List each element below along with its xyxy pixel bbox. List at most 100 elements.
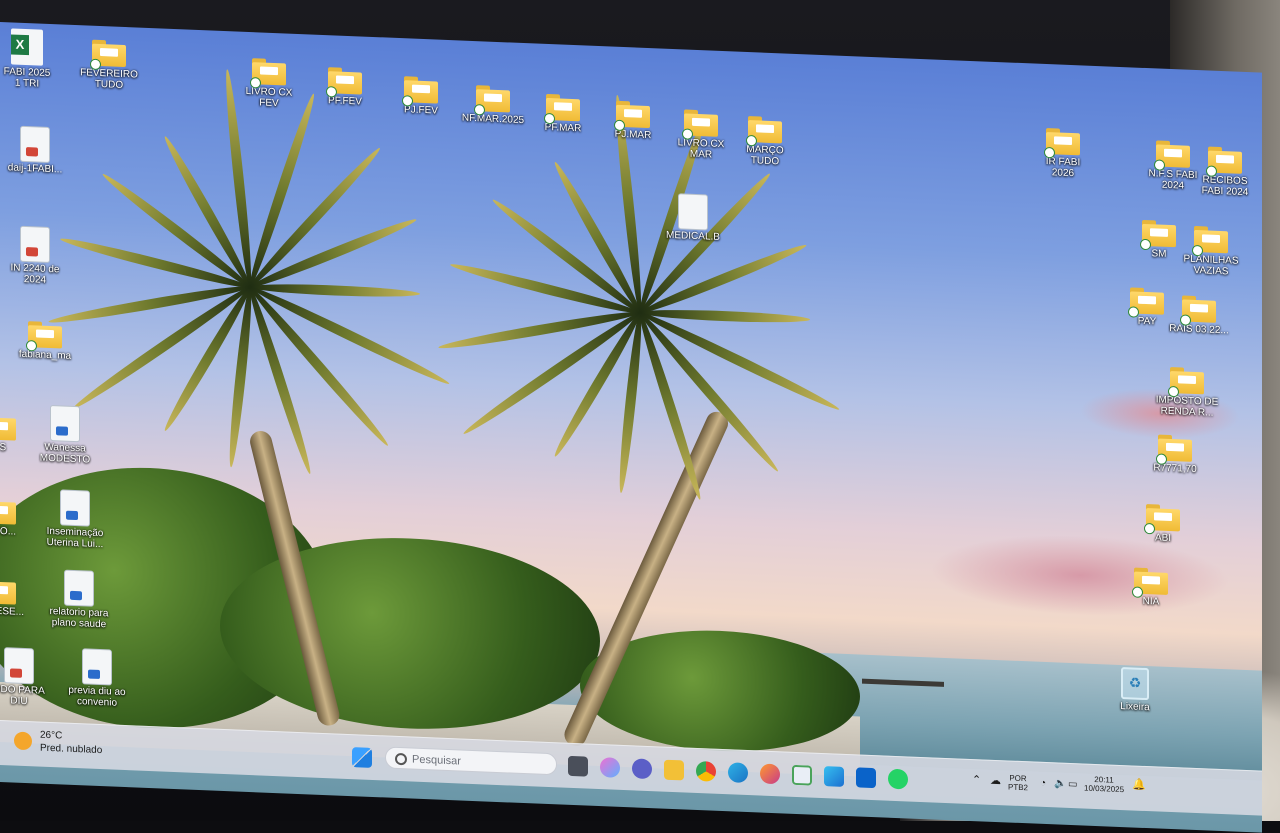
folder-icon <box>0 577 16 604</box>
desktop-icon-label: PJ.FEV <box>404 104 438 117</box>
sync-check-icon <box>1154 159 1165 171</box>
desktop-file-medical[interactable]: MEDICAL.B <box>654 193 732 243</box>
search-icon <box>395 752 407 766</box>
desktop-icon[interactable]: fabiana_ma <box>6 320 84 362</box>
desktop-icon[interactable]: PLANILHAS VAZIAS <box>1172 225 1250 278</box>
volume-icon[interactable]: 🔈 <box>1054 778 1066 790</box>
folder-icon <box>544 94 580 125</box>
sync-check-icon <box>474 104 485 116</box>
desktop-icon-label: OPRESE... <box>0 604 24 618</box>
folder-icon <box>1168 367 1204 398</box>
sync-check-icon <box>1206 165 1217 177</box>
desktop-icon[interactable]: ABI <box>1124 503 1202 545</box>
desktop-icon[interactable]: NIA <box>1112 567 1190 609</box>
sync-check-icon <box>614 119 625 132</box>
folder-icon <box>0 413 16 440</box>
desktop-icon[interactable]: X FABI 2025 1 TRI <box>0 28 66 91</box>
folder-icon <box>0 497 16 524</box>
sync-check-icon <box>402 95 413 107</box>
desktop-icon[interactable]: ULTO... <box>0 496 38 538</box>
calendar-icon[interactable] <box>792 764 812 786</box>
desktop-icon[interactable]: OS <box>0 412 38 454</box>
edge-icon[interactable] <box>728 762 748 784</box>
word-document-icon <box>51 406 79 442</box>
desktop-screen: X FABI 2025 1 TRI FEVEREIRO TUDO daij-1FABI… <box>0 22 1262 833</box>
photos-icon[interactable] <box>824 766 844 787</box>
desktop-icon[interactable]: RECIBOS FABI 2024 <box>1186 146 1262 199</box>
chrome-icon[interactable] <box>696 760 716 782</box>
folder-icon <box>1206 147 1242 177</box>
battery-icon[interactable]: ▭ <box>1068 779 1077 790</box>
desktop-icon[interactable]: IN 2240 de 2024 <box>0 226 74 287</box>
desktop-icon[interactable]: daij-1FABI... <box>0 126 74 176</box>
desktop-icon-label: IN 2240 de 2024 <box>10 262 60 286</box>
desktop-icon-label: previa diu ao convenio <box>68 684 126 709</box>
desktop-icon-label: PJ.MAR <box>614 128 652 142</box>
desktop-icon-label: UDO PARA DIU <box>0 683 45 708</box>
folder-icon <box>90 40 126 71</box>
desktop-icon[interactable]: Inseminação Uterina Lui... <box>36 489 114 550</box>
desktop-icon[interactable]: previa diu ao convenio <box>58 648 136 709</box>
desktop-icon[interactable]: PF.FEV <box>306 66 384 108</box>
desktop-icon-label: relatorio para plano saude <box>49 605 109 631</box>
folder-icon <box>746 116 782 147</box>
search-box[interactable]: Pesquisar <box>385 746 557 776</box>
pdf-document-icon <box>21 226 49 262</box>
sync-check-icon <box>1168 385 1179 398</box>
sync-check-icon <box>1180 314 1191 326</box>
desktop-icon[interactable]: LIVRO CX FEV <box>230 57 308 110</box>
sync-check-icon <box>1128 306 1139 318</box>
sync-check-icon <box>1140 238 1151 251</box>
desktop-icon-label: PLANILHAS VAZIAS <box>1183 253 1239 278</box>
desktop-icon[interactable]: IMPOSTO DE RENDA R... <box>1148 366 1226 419</box>
desktop-icon-label: LIVRO CX FEV <box>245 85 293 110</box>
folder-icon <box>402 76 438 107</box>
pdf-document-icon <box>5 648 33 684</box>
desktop-icon-label: daij-1FABI... <box>7 162 63 176</box>
clock[interactable]: 20:11 10/03/2025 <box>1084 775 1124 794</box>
start-button[interactable] <box>352 747 372 768</box>
desktop-icon[interactable]: RAIS 03.22... <box>1160 295 1238 337</box>
whatsapp-icon[interactable] <box>888 768 908 790</box>
copilot-icon[interactable] <box>600 757 620 778</box>
show-hidden-icons-chevron[interactable]: ⌃ <box>972 774 981 786</box>
desktop-icon[interactable]: OPRESE... <box>0 576 38 618</box>
recycle-bin-icon: ♻ <box>1121 667 1149 701</box>
wifi-icon[interactable]: ◔ <box>1040 778 1046 789</box>
desktop-icon-label: Inseminação Uterina Lui... <box>46 525 104 551</box>
desktop-icon[interactable]: PF.MAR <box>524 93 602 135</box>
desktop-icon-label: IR FABI 2026 <box>1045 156 1081 180</box>
file-explorer-icon[interactable] <box>664 759 684 781</box>
desktop-icon-label: ULTO... <box>0 525 17 538</box>
desktop-icon[interactable]: PJ.FEV <box>382 75 460 117</box>
desktop-icon[interactable]: PJ.MAR <box>594 100 672 142</box>
folder-icon <box>1192 226 1228 257</box>
language-indicator[interactable]: POR PTB2 <box>1008 773 1028 793</box>
palm-frond <box>246 283 392 449</box>
desktop-icon-label: fabiana_ma <box>18 348 72 362</box>
word-document-icon <box>83 649 111 685</box>
desktop-icon[interactable]: FEVEREIRO TUDO <box>70 39 148 92</box>
desktop-icon-label: R7771,70 <box>1153 462 1197 476</box>
desktop-recycle-bin[interactable]: ♻ Lixeira <box>1100 666 1170 714</box>
desktop-icon[interactable]: relatorio para plano saude <box>40 570 118 631</box>
outlook-icon[interactable] <box>856 767 876 789</box>
weather-widget[interactable]: 26°C Pred. nublado <box>14 728 154 766</box>
teams-icon[interactable] <box>632 758 652 780</box>
task-view-icon[interactable] <box>568 755 588 777</box>
desktop-icon[interactable]: IR FABI 2026 <box>1024 127 1102 180</box>
desktop-icon[interactable]: R7771,70 <box>1136 434 1214 476</box>
firefox-icon[interactable] <box>760 763 780 785</box>
desktop-icon-label: OS <box>0 441 7 454</box>
desktop-icon[interactable]: MARÇO TUDO <box>726 115 804 168</box>
desktop-icon-label: RECIBOS FABI 2024 <box>1201 174 1249 199</box>
desktop-icon[interactable]: NF.MAR.2025 <box>454 84 532 126</box>
onedrive-icon[interactable]: ☁ <box>990 775 1001 787</box>
notification-bell-icon[interactable]: 🔔 <box>1132 778 1146 791</box>
desktop-icon[interactable]: UDO PARA DIU <box>0 647 58 708</box>
folder-icon <box>1154 140 1190 171</box>
desktop-icon-label: RAIS 03.22... <box>1169 322 1229 337</box>
folder-icon <box>250 58 286 89</box>
folder-icon <box>1144 504 1180 535</box>
pdf-document-icon <box>21 126 49 162</box>
